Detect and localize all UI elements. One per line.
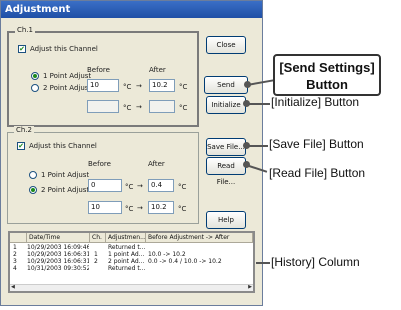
ch2-mode1-radio[interactable] [29,171,37,179]
history-cell: 10/31/2003 09:30:52 [27,265,89,272]
ch1-legend: Ch.1 [15,26,36,34]
ch2-unit2: °C [125,205,134,213]
history-cell: 1 point Ad... [108,251,145,258]
ch2-adjust-checkbox[interactable]: ✔ [17,142,25,150]
ch2-unit1: °C [125,183,134,191]
callout-dot-init [243,100,250,107]
ch2-after2-input[interactable]: 10.2 [148,201,174,214]
ch1-adjust-label: Adjust this Channel [30,45,98,53]
ch2-arrow1: → [137,182,143,190]
ch1-mode2-label: 2 Point Adjust [43,84,92,92]
history-horizontal-scrollbar[interactable]: ◀ ▶ [10,284,253,291]
history-col-before-after[interactable]: Before Adjustment -> After [146,233,253,243]
ch1-unit1: °C [123,83,132,91]
ch1-unit1b: °C [179,83,188,91]
history-cell: 2 [94,258,98,265]
ch1-arrow1: → [136,82,142,90]
history-list[interactable]: Date/Time Ch. Adjustmen... Before Adjust… [8,231,255,293]
ch2-mode1-label: 1 Point Adjust [41,171,90,179]
ch2-unit2b: °C [178,205,187,213]
ch2-before1-input[interactable]: 0 [88,179,122,192]
scroll-right-icon[interactable]: ▶ [248,284,252,290]
ch1-after1-input[interactable]: 10.2 [149,79,175,92]
history-cell: 10/29/2003 16:09:46 [27,244,89,251]
ch1-group: Ch.1 ✔ Adjust this Channel Before After … [7,26,199,127]
callout-dot-send [244,81,251,88]
ch1-after-label: After [149,66,166,74]
adjustment-window: Adjustment Ch.1 ✔ Adjust this Channel Be… [0,0,263,306]
initialize-button[interactable]: Initialize [206,96,246,114]
ch1-after2-input[interactable] [149,100,175,113]
ch1-adjust-checkbox[interactable]: ✔ [18,45,26,53]
history-cell: 10/29/2003 16:06:31 [27,251,89,258]
history-cell: 10/29/2003 16:06:31 [27,258,89,265]
callout-initialize: [Initialize] Button [271,95,360,109]
ch1-before2-input[interactable] [87,100,119,113]
read-file-button[interactable]: Read File... [206,157,246,186]
history-cell: 2 [13,251,17,258]
history-cell: 4 [13,265,17,272]
help-button[interactable]: Help [206,211,246,229]
ch1-mode1-radio[interactable] [31,72,39,80]
ch1-mode2-radio[interactable] [31,84,39,92]
window-title: Adjustment [1,1,262,18]
ch2-before2-input[interactable]: 10 [88,201,122,214]
save-file-button[interactable]: Save File... [206,138,246,156]
history-cell: Returned t... [108,244,146,251]
ch2-before-label: Before [88,160,111,168]
ch2-mode2-radio[interactable] [29,186,37,194]
history-cell: Returned t... [108,265,146,272]
ch1-before1-input[interactable]: 10 [87,79,119,92]
history-cell: 1 [13,244,17,251]
ch2-after-label: After [148,160,165,168]
ch2-mode2-label: 2 Point Adjust [41,186,90,194]
ch2-after1-input[interactable]: 0.4 [148,179,174,192]
history-cell: 10.0 -> 10.2 [148,251,186,258]
ch2-group: Ch.2 ✔ Adjust this Channel Before After … [7,126,199,224]
scroll-left-icon[interactable]: ◀ [11,284,15,290]
ch2-unit1b: °C [178,183,187,191]
ch1-mode1-label: 1 Point Adjust [43,72,92,80]
ch1-unit2: °C [123,104,132,112]
ch2-arrow2: → [137,204,143,212]
ch1-unit2b: °C [179,104,188,112]
history-cell: 3 [13,258,17,265]
callout-dot-read [243,161,250,168]
callout-read-file: [Read File] Button [269,166,366,180]
ch1-arrow2: → [136,103,142,111]
callout-history: [History] Column [271,255,360,269]
callout-dot-save [243,142,250,149]
history-cell: 2 point Ad... [108,258,145,265]
callout-send-settings: [Send Settings] Button [273,54,381,96]
ch2-adjust-label: Adjust this Channel [29,142,97,150]
close-button[interactable]: Close [206,36,246,54]
send-setting-button[interactable]: Send Setting [204,76,248,105]
history-col-adjustment[interactable]: Adjustmen... [106,233,146,243]
history-col-datetime[interactable]: Date/Time [27,233,90,243]
history-col-ch[interactable]: Ch. [90,233,106,243]
callout-save-file: [Save File] Button [269,137,364,151]
history-cell: 1 [94,251,98,258]
history-col-index[interactable] [10,233,27,243]
ch2-legend: Ch.2 [14,126,35,134]
callout-line-history [256,262,270,264]
history-cell: 0.0 -> 0.4 / 10.0 -> 10.2 [148,258,222,265]
